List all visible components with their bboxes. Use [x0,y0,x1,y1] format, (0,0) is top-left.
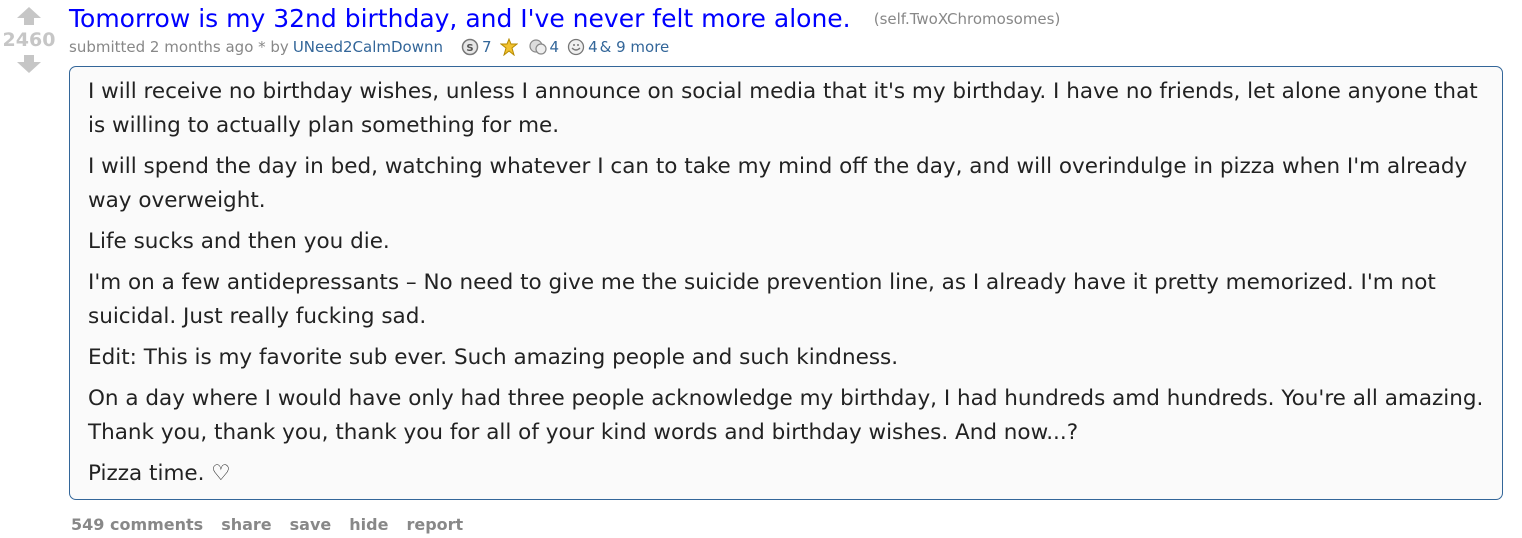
body-paragraph: I will receive no birthday wishes, unles… [88,79,1478,138]
post-domain[interactable]: (self.TwoXChromosomes) [874,10,1061,28]
save-button[interactable]: save [290,515,332,534]
silver-award-icon: S [461,38,479,56]
report-button[interactable]: report [406,515,463,534]
tagline: submitted 2 months ago * by UNeed2CalmDo… [69,38,669,56]
title-line: Tomorrow is my 32nd birthday, and I've n… [69,4,1060,33]
share-button[interactable]: share [221,515,271,534]
post-buttons: 549 comments share save hide report [71,515,481,534]
vote-column: 2460 [0,6,58,74]
hide-button[interactable]: hide [349,515,388,534]
award-count: 7 [482,38,492,56]
award-count: 4 [588,38,598,56]
svg-text:S: S [466,43,473,54]
body-paragraph: On a day where I would have only had thr… [88,386,1484,445]
submitted-text: submitted 2 months ago * by [69,38,289,56]
post-score: 2460 [2,29,56,51]
body-paragraph: Life sucks and then you die. [88,229,390,254]
downvote-arrow-icon[interactable] [16,54,42,74]
comments-link[interactable]: 549 comments [71,515,203,534]
upvote-arrow-icon[interactable] [16,6,42,26]
awardings[interactable]: S 7 4 4 & 9 more [461,38,669,56]
gold-award-icon [499,38,518,56]
body-paragraph: I will spend the day in bed, watching wh… [88,154,1468,213]
wholesome-award-icon [528,39,547,55]
post-body: I will receive no birthday wishes, unles… [69,66,1503,500]
award-count: 4 [549,38,560,56]
post-title-link[interactable]: Tomorrow is my 32nd birthday, and I've n… [69,4,851,33]
body-paragraph: Pizza time. ♡ [88,461,231,486]
author-link[interactable]: UNeed2CalmDownn [293,38,443,56]
helpful-award-icon [567,38,585,56]
body-paragraph: I'm on a few antidepressants – No need t… [88,270,1436,329]
more-awards-link[interactable]: & 9 more [600,38,670,56]
body-paragraph: Edit: This is my favorite sub ever. Such… [88,345,899,370]
